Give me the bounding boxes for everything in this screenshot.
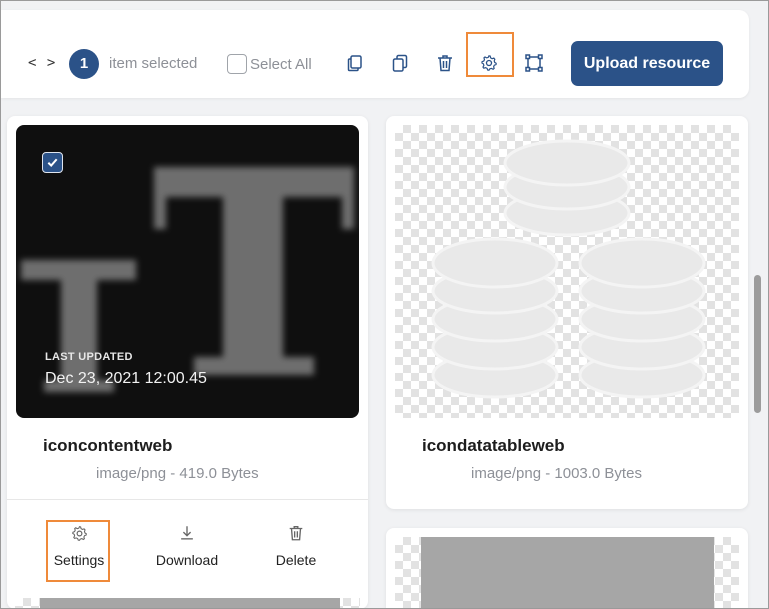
upload-resource-button[interactable]: Upload resource (571, 41, 723, 86)
resource-name: icondatatableweb (422, 436, 565, 455)
settings-action[interactable]: Settings (39, 522, 119, 568)
last-updated-value: Dec 23, 2021 12:00.45 (45, 370, 207, 387)
next-thumbnail-peek (15, 598, 360, 609)
download-action[interactable]: Download (147, 522, 227, 568)
download-label: Download (155, 552, 219, 568)
trash-icon (256, 522, 336, 544)
select-checkbox-checked[interactable] (42, 152, 63, 173)
resource-card[interactable]: LAST UPDATED Dec 23, 2021 12:00.45 iconc… (7, 116, 368, 609)
delete-label: Delete (275, 552, 317, 568)
crop-icon[interactable] (523, 52, 545, 74)
gear-icon[interactable] (478, 52, 500, 74)
code-toggle[interactable]: < > (28, 55, 56, 71)
select-all[interactable]: Select All (227, 53, 312, 75)
select-all-label: Select All (250, 55, 312, 73)
card-actions: Settings Download Delete (7, 499, 368, 609)
selected-count-badge: 1 (69, 49, 99, 79)
resource-meta: image/png - 419.0 Bytes (96, 465, 259, 482)
gear-icon (39, 522, 119, 544)
last-updated-label: LAST UPDATED (45, 351, 133, 363)
toolbar: < > 1 item selected Select All Upload re… (1, 10, 749, 98)
resource-meta: image/png - 1003.0 Bytes (471, 465, 642, 482)
resource-thumbnail[interactable]: LAST UPDATED Dec 23, 2021 12:00.45 (16, 125, 359, 418)
select-all-checkbox[interactable] (227, 54, 247, 74)
gray-image-block (421, 537, 714, 609)
resource-card[interactable]: icondatatableweb image/png - 1003.0 Byte… (386, 116, 748, 509)
resource-name: iconcontentweb (43, 436, 173, 455)
download-icon (147, 522, 227, 544)
duplicate-icon[interactable] (389, 52, 411, 74)
resource-thumbnail[interactable] (395, 537, 739, 609)
scrollbar-thumb[interactable] (754, 275, 761, 413)
resource-card[interactable] (386, 528, 748, 609)
settings-label: Settings (53, 552, 105, 568)
trash-icon[interactable] (434, 52, 456, 74)
coin-stack-image (431, 139, 706, 399)
selected-label: item selected (109, 55, 198, 72)
resource-thumbnail[interactable] (395, 125, 739, 418)
delete-action[interactable]: Delete (256, 522, 336, 568)
copy-icon[interactable] (344, 52, 366, 74)
